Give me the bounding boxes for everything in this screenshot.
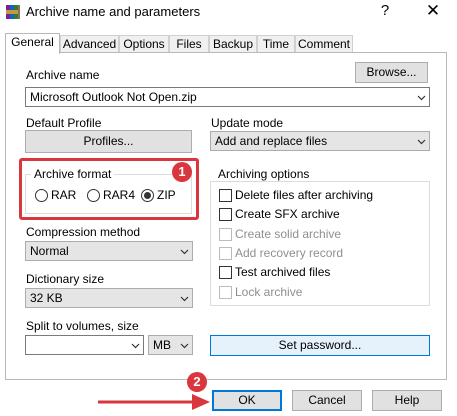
winrar-app-icon — [6, 5, 20, 19]
split-volumes-label: Split to volumes, size — [26, 319, 139, 333]
checkbox-solid-archive[interactable] — [219, 228, 232, 241]
help-button[interactable]: Help — [372, 390, 442, 411]
tab-advanced[interactable]: Advanced — [60, 35, 119, 53]
checkbox-test-files-label: Test archived files — [235, 265, 331, 279]
checkbox-create-sfx-label: Create SFX archive — [235, 207, 340, 221]
chevron-down-icon — [131, 343, 140, 349]
close-icon[interactable]: ✕ — [425, 1, 441, 21]
chevron-down-icon — [180, 343, 189, 349]
checkbox-lock-archive-label: Lock archive — [235, 285, 303, 299]
dictionary-size-select[interactable]: 32 KB — [25, 288, 193, 308]
tab-general[interactable]: General — [5, 33, 60, 54]
annotation-badge-1: 1 — [172, 162, 192, 182]
tab-time[interactable]: Time — [257, 35, 295, 53]
dictionary-size-label: Dictionary size — [26, 272, 105, 286]
tab-backup[interactable]: Backup — [209, 35, 257, 53]
tab-options[interactable]: Options — [119, 35, 169, 53]
title-bar: Archive name and parameters ? ✕ — [0, 0, 457, 24]
checkbox-lock-archive[interactable] — [219, 286, 232, 299]
checkbox-delete-files[interactable] — [219, 189, 232, 202]
ok-button[interactable]: OK — [212, 390, 282, 411]
chevron-down-icon — [180, 249, 189, 255]
help-icon[interactable]: ? — [377, 2, 393, 19]
checkbox-recovery-record[interactable] — [219, 247, 232, 260]
tab-comment[interactable]: Comment — [295, 35, 353, 53]
set-password-button[interactable]: Set password... — [210, 335, 430, 356]
update-mode-label: Update mode — [211, 116, 284, 130]
archive-name-label: Archive name — [26, 68, 100, 82]
split-unit-select[interactable]: MB — [148, 335, 193, 355]
compression-method-value: Normal — [30, 244, 69, 258]
browse-button[interactable]: Browse... — [355, 62, 428, 83]
chevron-down-icon — [417, 139, 426, 145]
chevron-down-icon — [417, 95, 426, 101]
chevron-down-icon — [180, 296, 189, 302]
update-mode-select[interactable]: Add and replace files — [210, 131, 430, 151]
checkbox-recovery-record-label: Add recovery record — [235, 246, 344, 260]
window-title: Archive name and parameters — [26, 4, 201, 19]
cancel-button[interactable]: Cancel — [292, 390, 362, 411]
archive-name-value: Microsoft Outlook Not Open.zip — [30, 90, 197, 104]
profiles-button[interactable]: Profiles... — [25, 130, 192, 153]
archiving-options-label: Archiving options — [215, 167, 313, 181]
dictionary-size-value: 32 KB — [30, 291, 63, 305]
split-volumes-combo[interactable] — [25, 335, 144, 355]
default-profile-label: Default Profile — [26, 116, 102, 130]
tab-files[interactable]: Files — [169, 35, 209, 53]
checkbox-solid-archive-label: Create solid archive — [235, 227, 342, 241]
split-unit-value: MB — [153, 338, 171, 352]
checkbox-delete-files-label: Delete files after archiving — [235, 188, 374, 202]
checkbox-create-sfx[interactable] — [219, 208, 232, 221]
annotation-badge-2: 2 — [187, 372, 207, 392]
checkbox-test-files[interactable] — [219, 266, 232, 279]
update-mode-value: Add and replace files — [215, 134, 328, 148]
compression-method-label: Compression method — [26, 225, 141, 239]
archive-name-combo[interactable]: Microsoft Outlook Not Open.zip — [25, 87, 430, 107]
compression-method-select[interactable]: Normal — [25, 241, 193, 261]
